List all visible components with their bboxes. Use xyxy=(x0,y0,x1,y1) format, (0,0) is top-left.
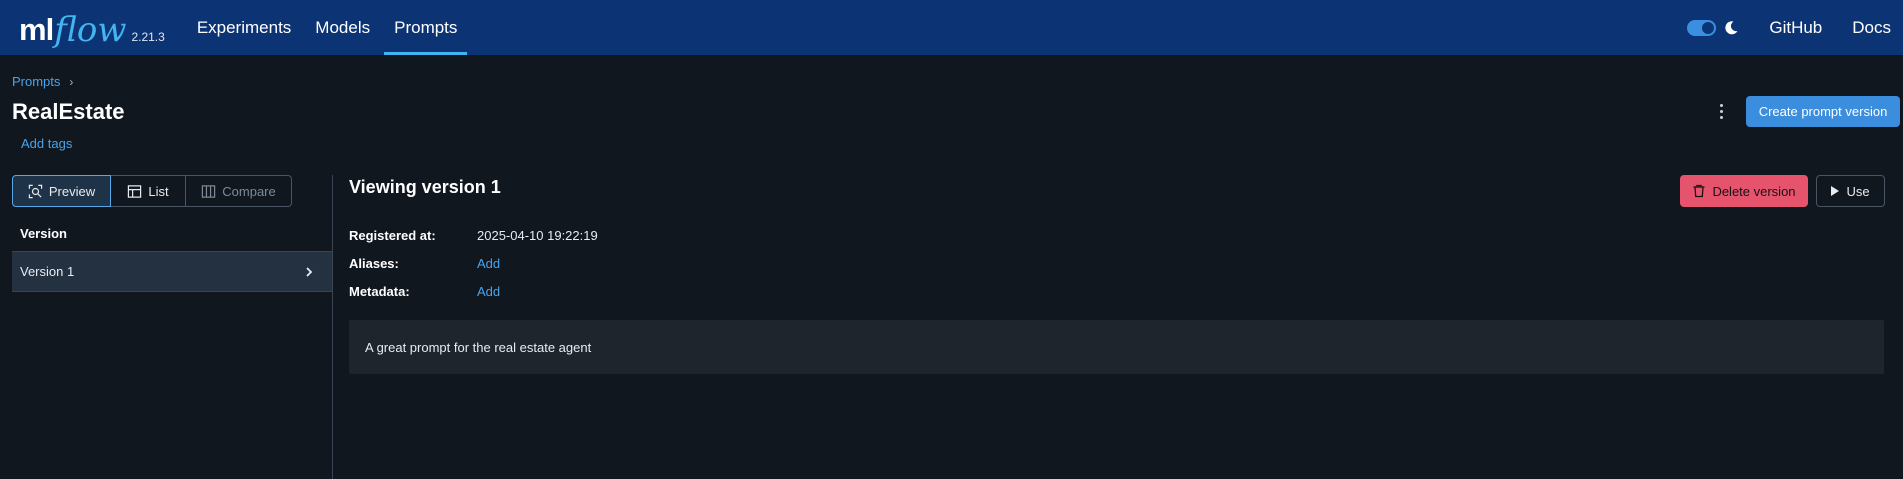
nav-prompts[interactable]: Prompts xyxy=(384,0,468,55)
version-column-header: Version xyxy=(20,226,67,241)
preview-label: Preview xyxy=(48,183,96,199)
create-prompt-version-button[interactable]: Create prompt version xyxy=(1746,96,1900,127)
github-link[interactable]: GitHub xyxy=(1769,18,1822,38)
view-mode-switch: Preview List Compare xyxy=(12,175,292,207)
aliases-label: Aliases: xyxy=(349,256,399,271)
breadcrumb: Prompts › xyxy=(12,74,73,89)
add-metadata-button[interactable]: Add xyxy=(477,284,500,299)
prompt-text: A great prompt for the real estate agent xyxy=(365,339,592,355)
list-mode-button[interactable]: List xyxy=(111,175,186,207)
logo-ml: ml xyxy=(19,11,54,47)
nav-models[interactable]: Models xyxy=(305,0,380,55)
add-tags-button[interactable]: Add tags xyxy=(21,136,72,151)
preview-icon xyxy=(28,184,43,198)
breadcrumb-prompts[interactable]: Prompts xyxy=(12,74,60,89)
version-label: Version 1 xyxy=(20,264,75,279)
version-list-item[interactable]: Version 1 xyxy=(12,251,332,292)
delete-version-button[interactable]: Delete version xyxy=(1680,175,1808,207)
panel-divider xyxy=(332,175,333,479)
compare-label: Compare xyxy=(222,183,276,199)
version-number: 2.21.3 xyxy=(131,29,165,44)
viewing-version-title: Viewing version 1 xyxy=(349,177,501,197)
play-icon xyxy=(1831,186,1840,196)
page-title: RealEstate xyxy=(12,99,125,124)
trash-icon xyxy=(1693,184,1705,198)
moon-icon xyxy=(1725,20,1738,34)
top-nav: ml flow 2.21.3 Experiments Models Prompt… xyxy=(0,0,1903,55)
list-label: List xyxy=(148,183,169,199)
kebab-menu-icon[interactable] xyxy=(1713,100,1729,122)
logo-flow: flow xyxy=(54,9,127,50)
prompt-template-box: A great prompt for the real estate agent xyxy=(349,320,1884,374)
use-button[interactable]: Use xyxy=(1816,175,1885,207)
dark-mode-toggle[interactable] xyxy=(1687,19,1717,36)
toggle-knob xyxy=(1702,21,1715,34)
add-alias-button[interactable]: Add xyxy=(477,256,500,271)
nav-right: GitHub Docs xyxy=(1687,0,1891,55)
registered-at-row: Registered at: 2025-04-10 19:22:19 xyxy=(349,228,598,243)
nav-links: Experiments Models Prompts xyxy=(187,0,468,55)
columns-icon xyxy=(202,184,216,198)
mlflow-logo[interactable]: ml flow 2.21.3 xyxy=(19,8,165,48)
metadata-row: Metadata: Add xyxy=(349,284,500,299)
aliases-row: Aliases: Add xyxy=(349,256,500,271)
registered-at-value: 2025-04-10 19:22:19 xyxy=(477,228,598,243)
chevron-right-icon: › xyxy=(69,74,74,89)
table-icon xyxy=(128,184,142,198)
nav-experiments[interactable]: Experiments xyxy=(187,0,301,55)
delete-version-label: Delete version xyxy=(1712,183,1796,199)
registered-at-label: Registered at: xyxy=(349,228,436,243)
chevron-right-icon xyxy=(306,267,313,277)
use-label: Use xyxy=(1846,183,1870,199)
docs-link[interactable]: Docs xyxy=(1852,18,1891,38)
compare-mode-button[interactable]: Compare xyxy=(186,175,292,207)
metadata-label: Metadata: xyxy=(349,284,410,299)
preview-mode-button[interactable]: Preview xyxy=(12,175,111,207)
